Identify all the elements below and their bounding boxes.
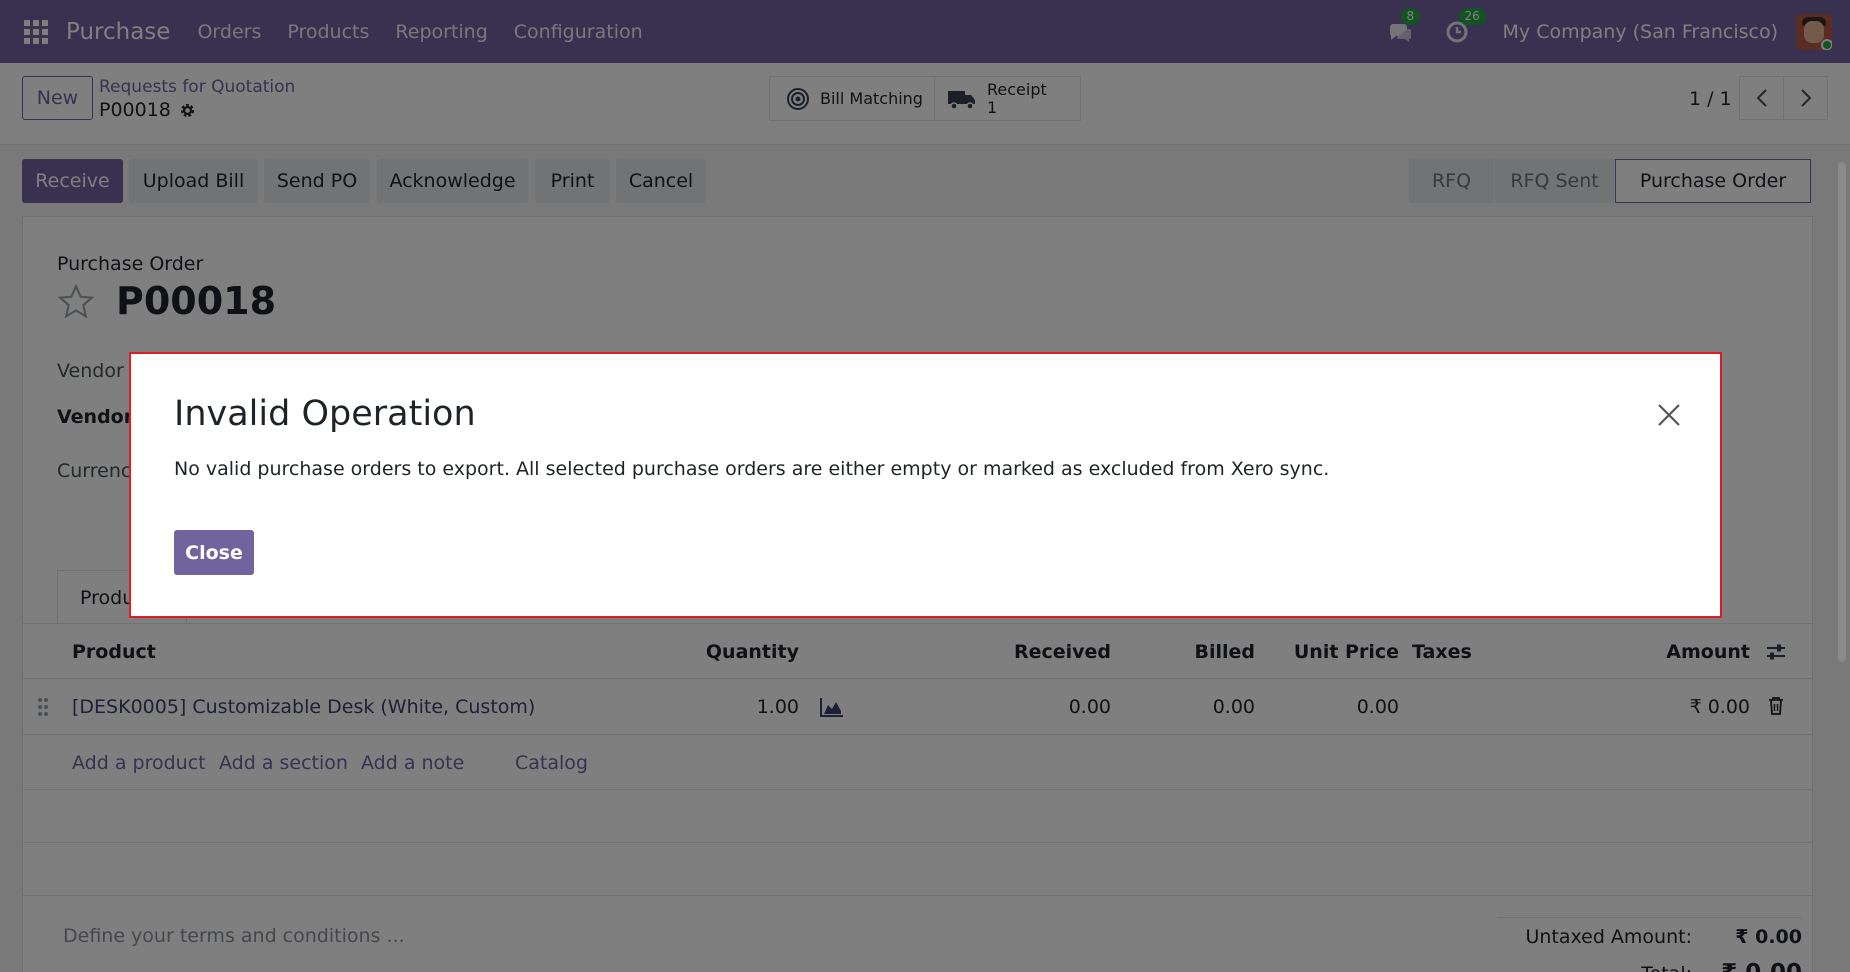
error-dialog: Invalid Operation No valid purchase orde… (129, 352, 1722, 618)
dialog-title: Invalid Operation (174, 394, 476, 434)
dialog-message: No valid purchase orders to export. All … (174, 458, 1330, 480)
page-scrollbar[interactable] (1836, 150, 1848, 972)
close-icon[interactable] (1656, 402, 1682, 428)
close-button[interactable]: Close (174, 530, 254, 575)
